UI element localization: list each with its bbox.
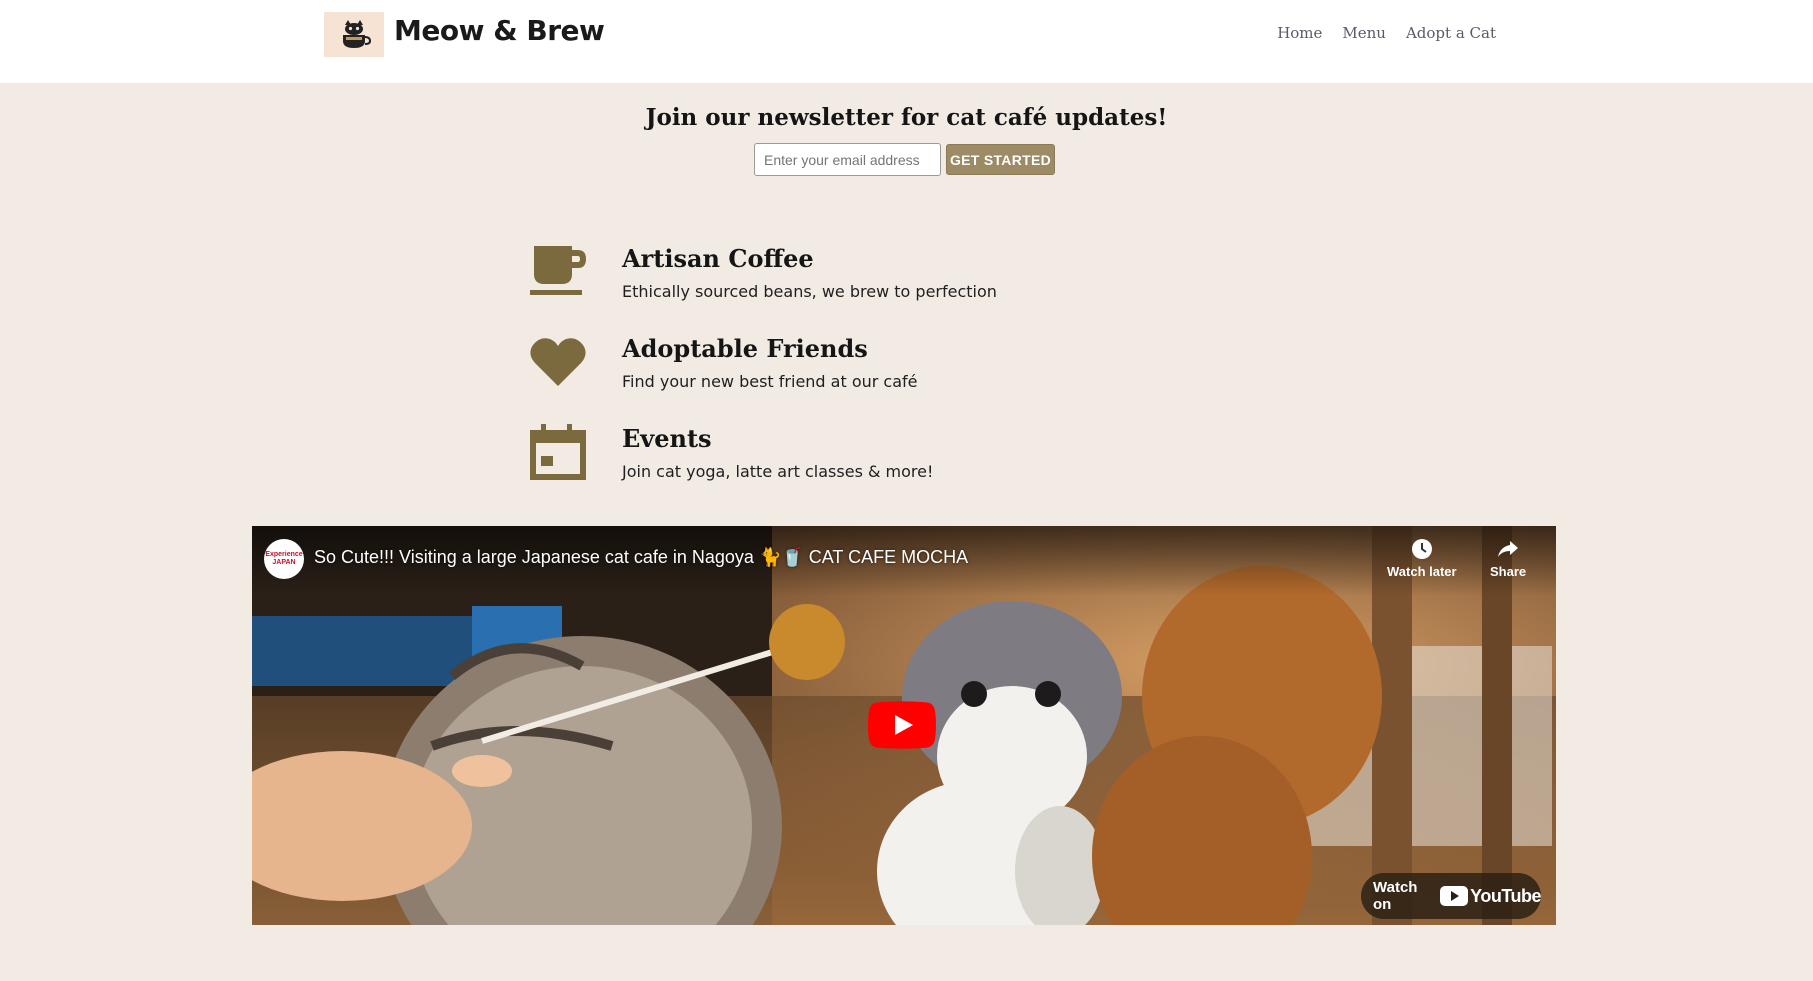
youtube-play-icon [1440,886,1469,906]
brand-name[interactable]: Meow & Brew [394,14,605,47]
watch-on-label: Watch on [1373,879,1418,913]
feature-artisan-coffee: Artisan Coffee Ethically sourced beans, … [528,244,1128,324]
watch-later-label: Watch later [1387,564,1457,579]
feature-description: Ethically sourced beans, we brew to perf… [622,282,997,301]
coffee-cup-icon [530,246,586,295]
feature-description: Join cat yoga, latte art classes & more! [622,462,934,481]
newsletter-form: GET STARTED [754,143,1055,176]
nav-home[interactable]: Home [1277,24,1322,42]
share-button[interactable]: Share [1490,538,1526,579]
youtube-embed[interactable]: Experience JAPAN So Cute!!! Visiting a l… [252,526,1556,925]
play-icon[interactable] [868,701,936,749]
watch-on-youtube-button[interactable]: Watch on YouTube [1361,873,1541,919]
clock-icon [1411,539,1432,559]
channel-avatar-text: JAPAN [272,559,296,566]
channel-avatar-text: Experience [265,551,303,558]
nav-adopt-a-cat[interactable]: Adopt a Cat [1406,24,1496,42]
feature-events: Events Join cat yoga, latte art classes … [528,424,1128,504]
feature-title: Artisan Coffee [622,244,814,273]
cat-coffee-cup-icon [343,19,372,48]
youtube-logo: YouTube [1440,886,1541,907]
feature-adoptable-friends: Adoptable Friends Find your new best fri… [528,334,1128,414]
watch-later-button[interactable]: Watch later [1387,538,1457,579]
email-input[interactable] [754,143,941,176]
youtube-wordmark: YouTube [1470,885,1541,906]
site-header: Meow & Brew Home Menu Adopt a Cat [0,0,1813,83]
video-title[interactable]: So Cute!!! Visiting a large Japanese cat… [314,547,968,568]
logo[interactable] [324,12,384,57]
calendar-icon [530,424,586,480]
share-arrow-icon [1498,541,1519,557]
feature-title: Adoptable Friends [622,334,868,363]
nav-menu[interactable]: Menu [1342,24,1386,42]
share-label: Share [1490,564,1527,579]
feature-description: Find your new best friend at our café [622,372,918,391]
channel-avatar[interactable]: Experience JAPAN [264,539,304,579]
feature-title: Events [622,424,712,453]
newsletter-title: Join our newsletter for cat café updates… [645,104,1168,131]
get-started-button[interactable]: GET STARTED [946,144,1055,175]
heart-icon [530,338,586,386]
main-nav: Home Menu Adopt a Cat [1277,24,1496,42]
